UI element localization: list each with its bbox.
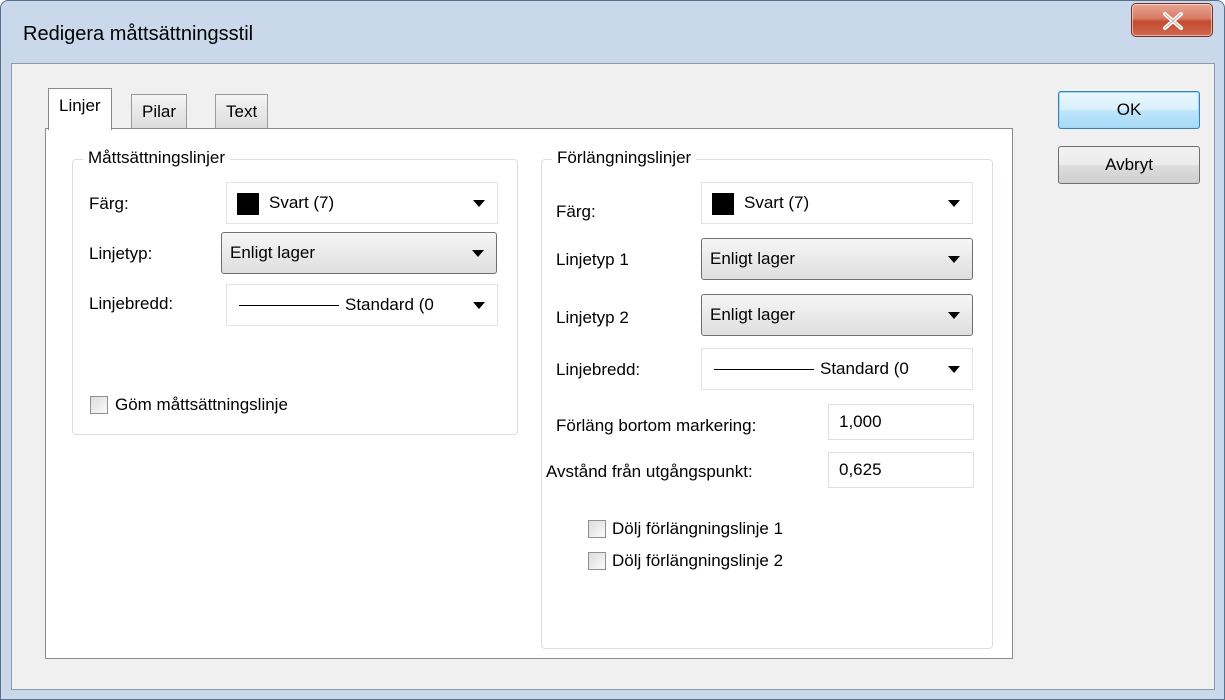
hide-extension-line-1-label: Dölj förlängningslinje 1 <box>612 519 784 538</box>
dialog-window: Redigera måttsättningsstil Linjer Pilar … <box>0 0 1225 700</box>
chevron-down-icon <box>473 302 485 309</box>
tab-text[interactable]: Text <box>215 94 269 128</box>
linetype1-label: Linjetyp 1 <box>556 250 629 269</box>
tab-panel-linjer: Måttsättningslinjer Färg: Svart (7) Linj… <box>45 128 1013 659</box>
chevron-down-icon <box>948 366 960 373</box>
tab-pilar[interactable]: Pilar <box>131 94 188 128</box>
dialog-client-area: Linjer Pilar Text Måttsättningslinjer Fä… <box>11 63 1215 690</box>
close-button[interactable] <box>1131 3 1213 37</box>
chevron-down-icon <box>472 250 484 257</box>
extend-beyond-input[interactable]: 1,000 <box>828 404 974 440</box>
chevron-down-icon <box>948 256 960 263</box>
hide-extension-line-1-checkbox[interactable] <box>588 520 606 538</box>
linetype-label: Linjetyp: <box>89 244 153 263</box>
color-swatch <box>237 193 259 215</box>
lineweight-label: Linjebredd: <box>556 360 641 379</box>
dimension-lines-group: Måttsättningslinjer Färg: Svart (7) Linj… <box>72 148 518 435</box>
lineweight-dropdown[interactable]: Standard (0 <box>226 284 498 326</box>
linetype2-label: Linjetyp 2 <box>556 308 629 327</box>
group-title: Förlängningslinjer <box>552 148 697 168</box>
extend-beyond-label: Förläng bortom markering: <box>556 416 757 435</box>
tab-linjer[interactable]: Linjer <box>48 88 112 130</box>
offset-origin-input[interactable]: 0,625 <box>828 452 974 488</box>
chevron-down-icon <box>948 200 960 207</box>
chevron-down-icon <box>473 200 485 207</box>
color-value: Svart (7) <box>269 193 335 212</box>
lineweight-value: Standard (0 <box>345 295 434 314</box>
line-sample <box>239 305 339 306</box>
linetype-dropdown[interactable]: Enligt lager <box>221 232 497 274</box>
line-sample <box>714 369 814 370</box>
color-dropdown[interactable]: Svart (7) <box>701 182 973 224</box>
linetype2-dropdown[interactable]: Enligt lager <box>701 294 973 336</box>
linetype-value: Enligt lager <box>230 243 316 262</box>
color-value: Svart (7) <box>744 193 810 212</box>
hide-dimension-line-checkbox[interactable] <box>90 396 108 414</box>
tab-label: Text <box>226 102 258 121</box>
hide-extension-line-2-label: Dölj förlängningslinje 2 <box>612 551 784 570</box>
window-title: Redigera måttsättningsstil <box>23 23 254 45</box>
linetype1-value: Enligt lager <box>710 249 796 268</box>
linetype2-value: Enligt lager <box>710 305 796 324</box>
lineweight-label: Linjebredd: <box>89 294 174 313</box>
tab-label: Linjer <box>59 96 101 115</box>
close-icon <box>1163 12 1183 30</box>
cancel-button[interactable]: Avbryt <box>1058 146 1200 184</box>
lineweight-value: Standard (0 <box>820 359 909 378</box>
offset-origin-label: Avstånd från utgångspunkt: <box>546 462 753 481</box>
ok-button[interactable]: OK <box>1058 91 1200 129</box>
title-bar: Redigera måttsättningsstil <box>1 1 1224 63</box>
color-label: Färg: <box>89 194 129 213</box>
color-label: Färg: <box>556 202 596 221</box>
color-dropdown[interactable]: Svart (7) <box>226 182 498 224</box>
hide-dimension-line-label: Göm måttsättningslinje <box>115 395 288 414</box>
chevron-down-icon <box>948 312 960 319</box>
extension-lines-group: Förlängningslinjer Färg: Svart (7) Linje… <box>541 148 993 649</box>
group-title: Måttsättningslinjer <box>83 148 231 168</box>
linetype1-dropdown[interactable]: Enligt lager <box>701 238 973 280</box>
tab-label: Pilar <box>142 102 177 121</box>
color-swatch <box>712 193 734 215</box>
lineweight-dropdown[interactable]: Standard (0 <box>701 348 973 390</box>
hide-extension-line-2-checkbox[interactable] <box>588 552 606 570</box>
